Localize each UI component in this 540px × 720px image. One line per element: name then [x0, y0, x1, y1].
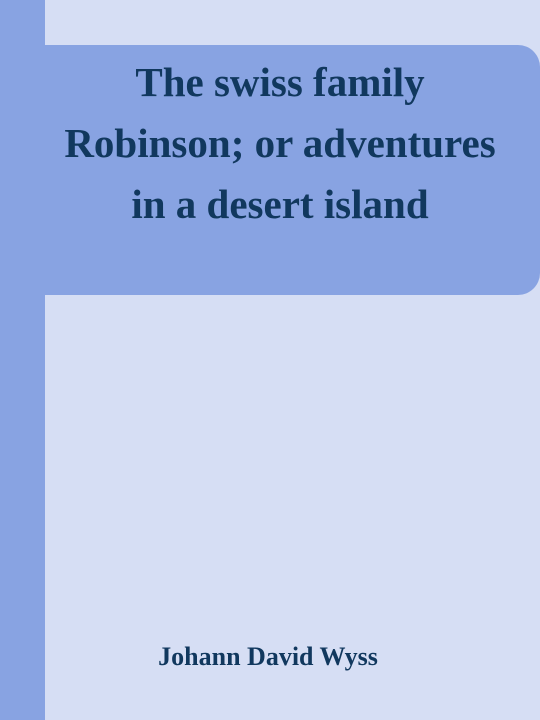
book-title: The swiss family Robinson; or adventures… — [64, 59, 496, 227]
book-cover: The swiss family Robinson; or adventures… — [0, 0, 540, 720]
book-author: Johann David Wyss — [158, 642, 378, 671]
cover-spine-band — [0, 0, 45, 720]
